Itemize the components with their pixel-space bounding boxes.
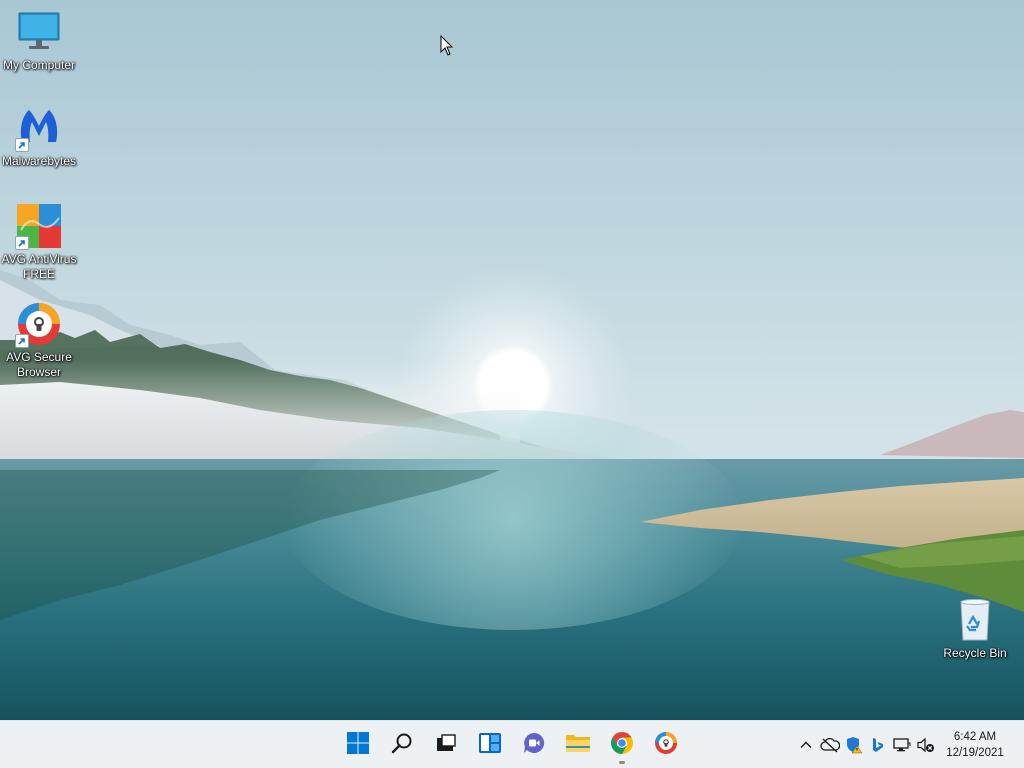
shortcut-arrow-icon xyxy=(15,138,29,152)
system-tray xyxy=(794,721,938,768)
search-icon xyxy=(391,732,413,759)
avg-antivirus-icon xyxy=(15,202,63,250)
task-view-button[interactable] xyxy=(424,725,468,765)
desktop-icon-avg-antivirus[interactable]: AVG AntiVirus FREE xyxy=(0,202,78,282)
clock-date: 12/19/2021 xyxy=(946,747,1004,759)
search-button[interactable] xyxy=(380,725,424,765)
widgets-icon xyxy=(478,732,502,759)
desktop-icon-label: Recycle Bin xyxy=(943,646,1007,660)
malwarebytes-icon xyxy=(15,104,63,152)
avg-secure-browser-icon xyxy=(15,300,63,348)
chevron-up-icon[interactable] xyxy=(794,733,818,757)
desktop-icon-malwarebytes[interactable]: Malwarebytes xyxy=(0,104,78,169)
task-view-icon xyxy=(435,732,457,759)
file-explorer-button[interactable] xyxy=(556,725,600,765)
volume-muted-icon[interactable] xyxy=(914,733,938,757)
desktop-icon-label: AVG Secure Browser xyxy=(6,350,72,379)
avg-secure-browser-icon xyxy=(654,731,678,760)
desktop-icon-my-computer[interactable]: My Computer xyxy=(0,8,78,73)
security-warning-icon[interactable] xyxy=(842,733,866,757)
teams-chat-icon xyxy=(522,731,546,760)
taskbar: 6:42 AM 12/19/2021 xyxy=(0,720,1024,768)
desktop-wallpaper xyxy=(0,0,1024,720)
monitor-icon xyxy=(15,8,63,56)
network-icon[interactable] xyxy=(890,733,914,757)
taskbar-clock[interactable]: 6:42 AM 12/19/2021 xyxy=(940,729,1010,761)
widgets-button[interactable] xyxy=(468,725,512,765)
chrome-icon xyxy=(610,731,634,760)
desktop-icon-avg-secure-browser[interactable]: AVG Secure Browser xyxy=(0,300,78,380)
taskbar-pinned-apps xyxy=(336,721,688,768)
chat-button[interactable] xyxy=(512,725,556,765)
chrome-button[interactable] xyxy=(600,725,644,765)
shortcut-arrow-icon xyxy=(15,236,29,250)
desktop-icon-recycle-bin[interactable]: Recycle Bin xyxy=(936,596,1014,661)
windows-logo-icon xyxy=(347,731,369,759)
shortcut-arrow-icon xyxy=(15,334,29,348)
desktop-icon-label: My Computer xyxy=(2,58,76,72)
avg-secure-browser-taskbar-button[interactable] xyxy=(644,725,688,765)
desktop-icon-label: AVG AntiVirus FREE xyxy=(1,252,77,281)
bing-icon[interactable] xyxy=(866,733,890,757)
running-indicator xyxy=(619,761,625,764)
recycle-bin-icon xyxy=(951,596,999,644)
desktop-icon-label: Malwarebytes xyxy=(1,154,77,168)
mouse-cursor-icon xyxy=(440,34,454,57)
onedrive-offline-icon[interactable] xyxy=(818,733,842,757)
folder-icon xyxy=(565,732,591,759)
start-button[interactable] xyxy=(336,725,380,765)
clock-time: 6:42 AM xyxy=(953,731,997,743)
